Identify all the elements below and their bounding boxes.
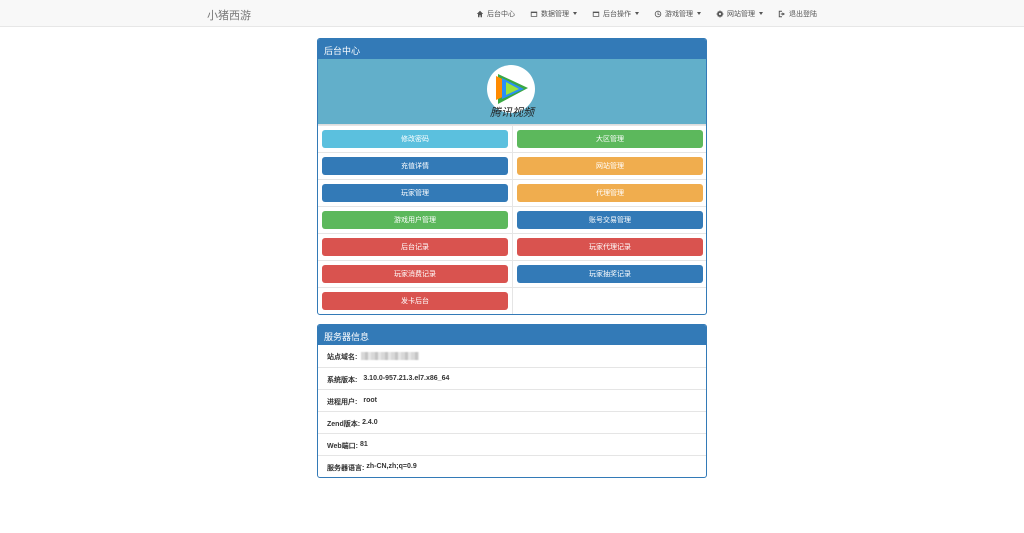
info-row-domain: 站点域名:	[318, 345, 706, 367]
chevron-down-icon	[759, 12, 763, 15]
info-value: root	[363, 397, 377, 404]
info-value: zh-CN,zh;q=0.9	[366, 463, 417, 470]
nav-menu: 后台中心 数据管理 后台操作 游戏管理 网站管理 退出登陆	[461, 0, 817, 27]
nav-item-logout[interactable]: 退出登陆	[778, 9, 817, 19]
recharge-details-button[interactable]: 充值详情	[322, 157, 508, 175]
info-label: Web端口:	[327, 443, 358, 450]
info-row-server-language: 服务器语言: zh-CN,zh;q=0.9	[318, 455, 706, 477]
nav-item-data[interactable]: 数据管理	[530, 9, 577, 19]
gear-icon	[716, 10, 724, 17]
info-label: 进程用户:	[327, 399, 358, 406]
redacted-domain-value	[361, 352, 420, 360]
nav-item-label: 网站管理	[727, 10, 755, 18]
nav-item-label: 游戏管理	[665, 10, 693, 18]
nav-item-label: 退出登陆	[789, 10, 817, 18]
nav-item-dashboard[interactable]: 后台中心	[476, 9, 515, 19]
info-value: 3.10.0-957.21.3.el7.x86_64	[363, 375, 450, 382]
nav-item-label: 后台操作	[603, 10, 631, 18]
player-agent-log-button[interactable]: 玩家代理记录	[517, 238, 703, 256]
admin-center-panel: 后台中心 腾讯视频 修改密码 大区管理 充值详情 网站管理 玩家管理 代理管理 …	[317, 38, 707, 315]
player-management-button[interactable]: 玩家管理	[322, 184, 508, 202]
game-user-management-button[interactable]: 游戏用户管理	[322, 211, 508, 229]
admin-button-grid: 修改密码 大区管理 充值详情 网站管理 玩家管理 代理管理 游戏用户管理 账号交…	[318, 125, 706, 314]
nav-item-label: 后台中心	[487, 10, 515, 18]
home-icon	[476, 10, 484, 17]
info-row-web-port: Web端口: 81	[318, 433, 706, 455]
tencent-video-logo: 腾讯视频	[484, 64, 540, 120]
server-info-panel: 服务器信息 站点域名: 系统版本: 3.10.0-957.21.3.el7.x8…	[317, 324, 707, 478]
account-trade-management-button[interactable]: 账号交易管理	[517, 211, 703, 229]
nav-item-operations[interactable]: 后台操作	[592, 9, 639, 19]
nav-item-site[interactable]: 网站管理	[716, 9, 763, 19]
banner: 腾讯视频	[318, 59, 706, 125]
nav-item-game[interactable]: 游戏管理	[654, 9, 701, 19]
logo-text: 腾讯视频	[490, 106, 536, 119]
brand-title[interactable]: 小猪西游	[207, 7, 251, 23]
card-issuing-button[interactable]: 发卡后台	[322, 292, 508, 310]
server-info-list: 站点域名: 系统版本: 3.10.0-957.21.3.el7.x86_64 进…	[318, 345, 706, 477]
info-label: Zend版本:	[327, 421, 361, 428]
clock-icon	[654, 10, 662, 17]
info-label: 系统版本:	[327, 377, 358, 384]
chevron-down-icon	[573, 12, 577, 15]
nav-item-label: 数据管理	[541, 10, 569, 18]
info-value: 81	[359, 441, 368, 448]
info-row-zend-version: Zend版本: 2.4.0	[318, 411, 706, 433]
panel-title: 后台中心	[318, 39, 706, 59]
logout-icon	[778, 10, 786, 17]
chevron-down-icon	[697, 12, 701, 15]
admin-log-button[interactable]: 后台记录	[322, 238, 508, 256]
top-navbar: 小猪西游 后台中心 数据管理 后台操作 游戏管理 网站管理 退出登陆	[0, 0, 1024, 27]
site-management-button[interactable]: 网站管理	[517, 157, 703, 175]
info-row-os-version: 系统版本: 3.10.0-957.21.3.el7.x86_64	[318, 367, 706, 389]
panel-title: 服务器信息	[318, 325, 706, 345]
chevron-down-icon	[635, 12, 639, 15]
tasks-icon	[592, 11, 600, 17]
region-management-button[interactable]: 大区管理	[517, 130, 703, 148]
empty-cell	[513, 287, 706, 314]
info-value: 2.4.0	[362, 419, 378, 426]
player-lottery-log-button[interactable]: 玩家抽奖记录	[517, 265, 703, 283]
change-password-button[interactable]: 修改密码	[322, 130, 508, 148]
info-row-process-user: 进程用户: root	[318, 389, 706, 411]
player-spending-log-button[interactable]: 玩家消费记录	[322, 265, 508, 283]
info-label: 服务器语言:	[327, 465, 365, 472]
info-label: 站点域名:	[327, 354, 358, 361]
agent-management-button[interactable]: 代理管理	[517, 184, 703, 202]
tasks-icon	[530, 11, 538, 17]
